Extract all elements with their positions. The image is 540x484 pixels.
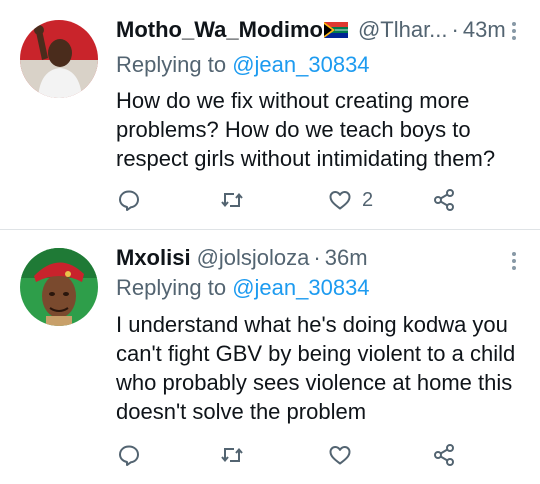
retweet-icon — [221, 192, 243, 208]
more-icon[interactable] — [510, 252, 518, 270]
display-name[interactable]: Motho_Wa_Modimo — [116, 16, 323, 44]
south-africa-flag-icon — [323, 22, 348, 38]
tweet-2[interactable]: Mxolisi @jolsjoloza · 36m Replying to @j… — [0, 230, 540, 484]
mention-link[interactable]: @jean_30834 — [232, 52, 369, 77]
avatar-photo-icon — [20, 20, 98, 98]
share-button[interactable] — [432, 441, 456, 469]
handle[interactable]: @Tlhar... — [358, 16, 448, 44]
like-icon — [329, 191, 351, 210]
separator: · — [451, 17, 459, 42]
retweet-button[interactable] — [220, 186, 244, 214]
tweet-header: Motho_Wa_Modimo @Tlhar... · 43m — [116, 16, 506, 44]
handle[interactable]: @jolsjoloza — [197, 244, 310, 272]
action-bar: 2 — [0, 186, 540, 214]
share-icon — [434, 444, 454, 466]
reply-icon — [119, 190, 139, 211]
timestamp[interactable]: 36m — [325, 244, 368, 272]
like-icon — [329, 446, 351, 465]
mention-link[interactable]: @jean_30834 — [232, 275, 369, 300]
tweet-1[interactable]: Motho_Wa_Modimo @Tlhar... · 43m Replying… — [0, 0, 540, 230]
tweet-text: How do we fix without creating more prob… — [116, 88, 496, 171]
like-button[interactable]: 2 — [328, 186, 373, 214]
reply-icon — [119, 445, 139, 466]
reply-button[interactable] — [117, 441, 141, 469]
tweet-text: I understand what he's doing kodwa you c… — [116, 312, 516, 424]
avatar[interactable] — [20, 20, 98, 98]
share-icon — [434, 189, 454, 211]
reply-button[interactable] — [117, 186, 141, 214]
action-bar — [0, 441, 540, 469]
display-name[interactable]: Mxolisi — [116, 244, 191, 272]
timestamp[interactable]: 43m — [463, 16, 506, 44]
replying-label: Replying to — [116, 275, 227, 300]
replying-to: Replying to @jean_30834 — [116, 274, 520, 302]
replying-to: Replying to @jean_30834 — [116, 51, 520, 79]
like-count: 2 — [362, 188, 374, 211]
avatar-photo-icon — [20, 248, 98, 326]
replying-label: Replying to — [116, 52, 227, 77]
tweet-header: Mxolisi @jolsjoloza · 36m — [116, 244, 500, 272]
retweet-icon — [221, 447, 243, 463]
share-button[interactable] — [432, 186, 456, 214]
like-button[interactable] — [328, 441, 362, 469]
avatar[interactable] — [20, 248, 98, 326]
separator: · — [313, 245, 321, 270]
retweet-button[interactable] — [220, 441, 244, 469]
more-icon[interactable] — [510, 22, 518, 40]
